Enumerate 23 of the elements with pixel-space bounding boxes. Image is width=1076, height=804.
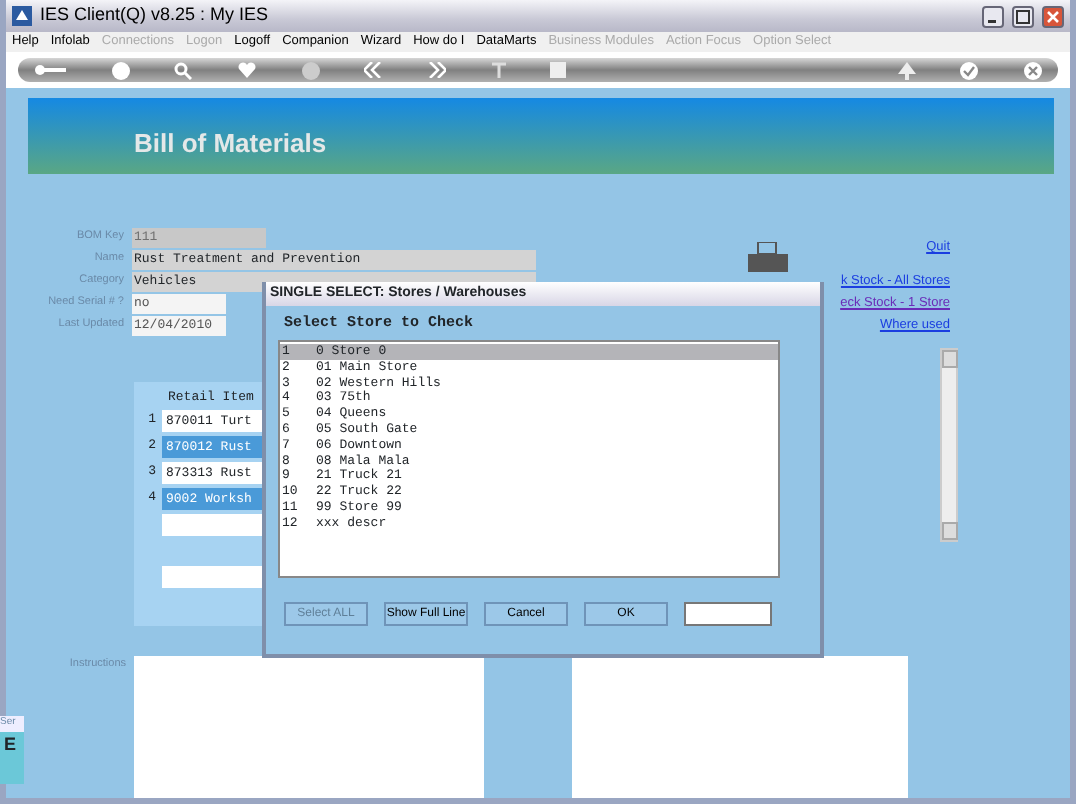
instructions-field[interactable] (134, 655, 484, 798)
close-icon[interactable] (1023, 61, 1042, 79)
fast-forward-icon[interactable] (427, 62, 446, 78)
app-icon (12, 6, 32, 26)
page-title: Bill of Materials (134, 126, 327, 163)
search-field[interactable] (684, 602, 772, 626)
close-button[interactable] (1042, 5, 1064, 27)
square-icon[interactable] (550, 62, 567, 78)
window-title: IES Client(Q) v8.25 : My IES (40, 2, 271, 29)
t-icon[interactable] (491, 62, 506, 78)
side-tab-button[interactable]: E (0, 732, 24, 784)
printer-icon[interactable] (748, 242, 788, 272)
heart-icon[interactable] (237, 62, 256, 78)
search-icon[interactable] (174, 61, 193, 79)
rewind-icon[interactable] (364, 62, 383, 78)
scrollbar[interactable] (940, 348, 958, 542)
key-icon[interactable] (34, 62, 66, 78)
maximize-button[interactable] (1012, 5, 1034, 27)
notes-field[interactable] (572, 655, 908, 798)
check-icon[interactable] (960, 61, 979, 79)
close-icon (1046, 9, 1060, 23)
maximize-icon (1016, 9, 1030, 23)
minimize-button[interactable] (982, 5, 1004, 27)
